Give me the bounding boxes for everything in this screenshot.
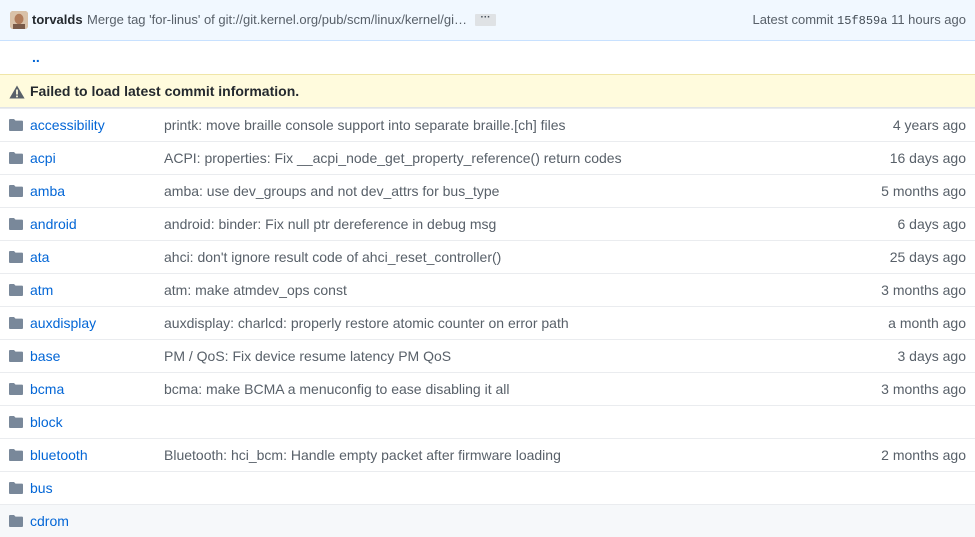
folder-icon [9,383,23,395]
folder-icon [9,251,23,263]
file-row: atm atm: make atmdev_ops const 3 months ag… [0,273,975,306]
file-row: accessibility printk: move braille consol… [0,108,975,141]
directory-link[interactable]: atm [30,282,53,298]
latest-commit-bar: torvalds Merge tag 'for-linus' of git://… [0,0,975,41]
directory-link[interactable]: ata [30,249,49,265]
commit-message-link[interactable]: PM / QoS: Fix device resume latency PM Q… [164,348,451,364]
commit-age: 6 days ago [897,216,967,232]
folder-icon [9,482,23,494]
commit-age: 3 months ago [881,381,966,397]
file-row: amba amba: use dev_groups and not dev_att… [0,174,975,207]
latest-commit-info: Latest commit 15f859a 11 hours ago [752,12,966,28]
file-row: block [0,405,975,438]
directory-link[interactable]: android [30,216,77,232]
commit-age: 11 hours ago [891,12,966,27]
commit-age: 2 months ago [881,447,966,463]
commit-message-link[interactable]: bcma: make BCMA a menuconfig to ease dis… [164,381,510,397]
file-row: auxdisplay auxdisplay: charlcd: properly … [0,306,975,339]
file-row: bcma bcma: make BCMA a menuconfig to ease… [0,372,975,405]
directory-link[interactable]: acpi [30,150,56,166]
directory-link[interactable]: block [30,414,63,430]
folder-icon [9,317,23,329]
commit-age: 3 months ago [881,282,966,298]
commit-message-link[interactable]: ahci: don't ignore result code of ahci_r… [164,249,501,265]
author-avatar[interactable] [10,11,28,29]
folder-icon [9,515,23,527]
warning-message: Failed to load latest commit information… [30,83,300,99]
parent-directory-link[interactable]: .. [32,49,40,65]
commit-sha-link[interactable]: 15f859a [837,14,887,28]
commit-age: 3 days ago [897,348,967,364]
folder-icon [9,350,23,362]
directory-link[interactable]: bluetooth [30,447,88,463]
folder-icon [9,416,23,428]
file-row: base PM / QoS: Fix device resume latency … [0,339,975,372]
folder-icon [9,119,23,131]
folder-icon [9,185,23,197]
file-row: bus [0,471,975,504]
folder-icon [9,449,23,461]
commit-message-link[interactable]: atm: make atmdev_ops const [164,282,347,298]
commit-message-link[interactable]: android: binder: Fix null ptr dereferenc… [164,216,496,232]
directory-link[interactable]: auxdisplay [30,315,96,331]
file-row: bluetooth Bluetooth: hci_bcm: Handle empt… [0,438,975,471]
commit-message-link[interactable]: printk: move braille console support int… [164,117,566,133]
directory-link[interactable]: accessibility [30,117,105,133]
commit-age: 25 days ago [889,249,966,265]
directory-link[interactable]: base [30,348,60,364]
commit-age: a month ago [888,315,966,331]
directory-link[interactable]: bus [30,480,53,496]
commit-age: 5 months ago [881,183,966,199]
directory-link[interactable]: bcma [30,381,64,397]
commit-age: 16 days ago [889,150,966,166]
commit-message-link[interactable]: amba: use dev_groups and not dev_attrs f… [164,183,499,199]
folder-icon [9,284,23,296]
directory-link[interactable]: amba [30,183,65,199]
folder-icon [9,218,23,230]
latest-commit-label: Latest commit [752,12,834,27]
warning-banner: Failed to load latest commit information… [0,74,975,108]
parent-directory-row: .. [0,41,975,74]
commit-message-link[interactable]: auxdisplay: charlcd: properly restore at… [164,315,569,331]
folder-icon [9,152,23,164]
file-row: ata ahci: don't ignore result code of ahc… [0,240,975,273]
file-row: cdrom [0,504,975,537]
alert-icon [9,85,25,99]
file-row: android android: binder: Fix null ptr der… [0,207,975,240]
file-row: acpi ACPI: properties: Fix __acpi_node_ge… [0,141,975,174]
commit-message-link[interactable]: ACPI: properties: Fix __acpi_node_get_pr… [164,150,622,166]
commit-age: 4 years ago [892,117,966,133]
expand-commit-message-button[interactable]: ··· [475,13,496,26]
commit-author-link[interactable]: torvalds [32,12,83,27]
commit-message-link[interactable]: Bluetooth: hci_bcm: Handle empty packet … [164,447,561,463]
commit-message-link[interactable]: Merge tag 'for-linus' of git://git.kerne… [87,12,467,27]
directory-link[interactable]: cdrom [30,513,69,529]
